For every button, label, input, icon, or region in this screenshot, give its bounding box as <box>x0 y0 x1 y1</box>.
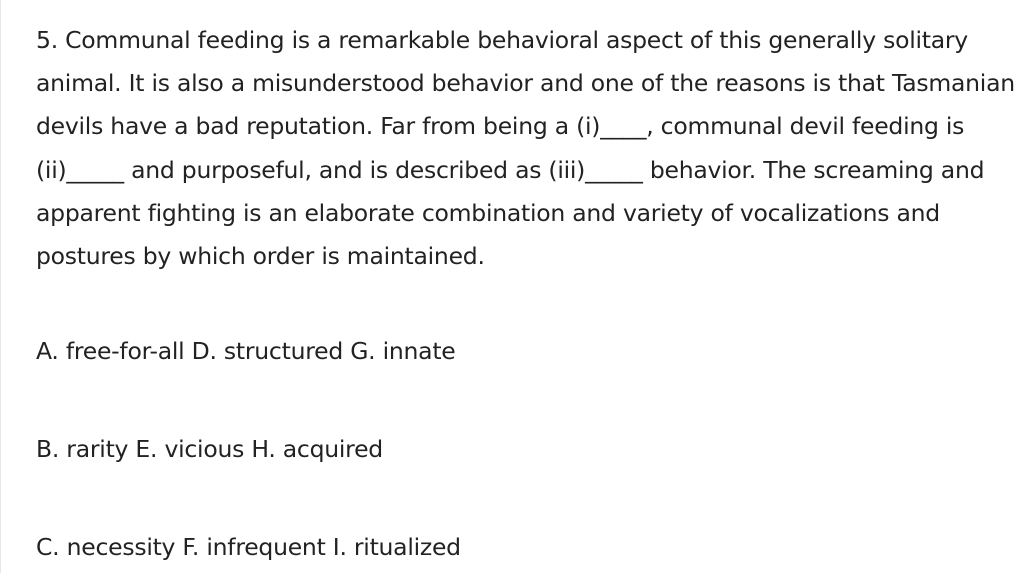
question-line-4: (ii)_____ and purposeful, and is describ… <box>36 155 985 184</box>
option-row-c: C. necessity F. infrequent I. ritualized <box>36 533 461 561</box>
question-text: 5. Communal feeding is a remarkable beha… <box>36 19 1016 278</box>
option-row-a: A. free-for-all D. structured G. innate <box>36 337 456 365</box>
option-row-b: B. rarity E. vicious H. acquired <box>36 435 383 463</box>
question-passage: 5. Communal feeding is a remarkable beha… <box>36 19 1016 278</box>
question-line-6: postures by which order is maintained. <box>36 242 485 271</box>
left-border <box>0 0 1 573</box>
question-line-3: devils have a bad reputation. Far from b… <box>36 112 965 141</box>
question-line-5: apparent fighting is an elaborate combin… <box>36 198 940 227</box>
question-line-2: animal. It is also a misunderstood behav… <box>36 69 1015 98</box>
question-line-1: 5. Communal feeding is a remarkable beha… <box>36 26 968 54</box>
